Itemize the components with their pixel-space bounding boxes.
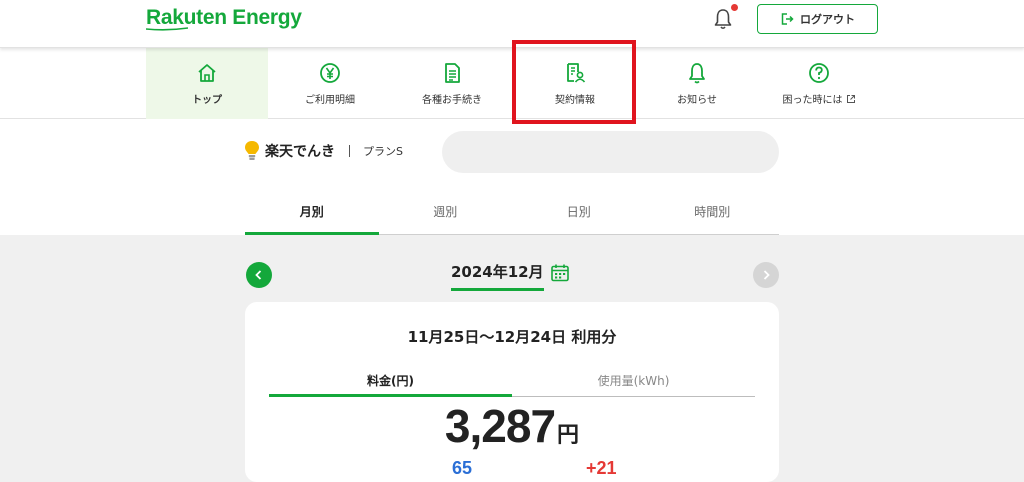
- tab-weekly[interactable]: 週別: [379, 191, 513, 234]
- yen-icon: [320, 63, 340, 83]
- nav-item-help[interactable]: 困った時には: [758, 48, 880, 119]
- home-icon: [198, 64, 216, 82]
- nav-label-help-text: 困った時には: [782, 95, 843, 106]
- main-nav: トップ ご利用明細 各種お手続き 契約情報 お知らせ 困った時には: [0, 48, 1024, 119]
- brand-divider: [349, 145, 350, 157]
- charge-amount-unit: 円: [557, 423, 580, 448]
- tab-usage-kwh[interactable]: 使用量(kWh): [512, 364, 755, 396]
- app-header: Rakuten Energy ログアウト: [0, 0, 1024, 48]
- nav-item-procedures[interactable]: 各種お手続き: [391, 48, 513, 119]
- nav-item-notices[interactable]: お知らせ: [636, 48, 758, 119]
- usage-tabs: 料金(円) 使用量(kWh): [269, 364, 755, 397]
- usage-period-title: 11月25日～12月24日 利用分: [407, 328, 617, 346]
- lightbulb-icon: [245, 141, 259, 160]
- service-name: 楽天でんき: [265, 144, 335, 160]
- notification-dot: [731, 4, 738, 11]
- tab-daily[interactable]: 日別: [512, 191, 646, 234]
- nav-item-top[interactable]: トップ: [146, 48, 268, 119]
- contract-selector-field[interactable]: [442, 131, 779, 173]
- nav-label-usage-statement: ご利用明細: [305, 95, 355, 106]
- month-selector[interactable]: 2024年12月: [451, 261, 570, 291]
- chevron-right-icon: [763, 270, 770, 280]
- nav-label-contract-info: 契約情報: [555, 95, 595, 106]
- help-icon: [809, 63, 829, 83]
- nav-item-usage-statement[interactable]: ご利用明細: [269, 48, 391, 119]
- logout-button[interactable]: ログアウト: [757, 4, 878, 34]
- comparison-value-red: +21: [586, 458, 617, 478]
- logout-label: ログアウト: [800, 13, 855, 26]
- tab-hourly[interactable]: 時間別: [646, 191, 780, 234]
- logout-icon: [781, 13, 794, 25]
- charge-amount-value: 3,287: [444, 400, 556, 452]
- service-brand: 楽天でんき プランS: [244, 140, 403, 162]
- period-tabs: 月別 週別 日別 時間別: [245, 191, 779, 235]
- contract-icon: [567, 63, 586, 83]
- tab-charge-yen[interactable]: 料金(円): [269, 364, 512, 397]
- nav-item-contract-info[interactable]: 契約情報: [514, 48, 636, 119]
- external-link-icon: [846, 94, 855, 103]
- selected-month: 2024年12月: [451, 261, 544, 291]
- previous-month-button[interactable]: [246, 262, 272, 288]
- calendar-icon[interactable]: [550, 263, 570, 283]
- usage-card: 11月25日～12月24日 利用分 料金(円) 使用量(kWh) 3,287円 …: [245, 302, 779, 482]
- nav-label-top: トップ: [192, 95, 222, 106]
- logo-swoosh-icon: [146, 27, 188, 31]
- chevron-left-icon: [255, 270, 262, 280]
- comparison-value-blue: 65: [452, 458, 473, 478]
- document-icon: [445, 63, 460, 83]
- nav-label-notices: お知らせ: [677, 95, 717, 106]
- plan-name: プランS: [363, 145, 403, 158]
- nav-label-procedures: 各種お手続き: [422, 95, 482, 106]
- charge-amount: 3,287円: [245, 399, 779, 453]
- bell-icon: [689, 63, 705, 84]
- tab-monthly[interactable]: 月別: [245, 191, 379, 235]
- nav-label-help: 困った時には: [783, 91, 856, 106]
- next-month-button[interactable]: [753, 262, 779, 288]
